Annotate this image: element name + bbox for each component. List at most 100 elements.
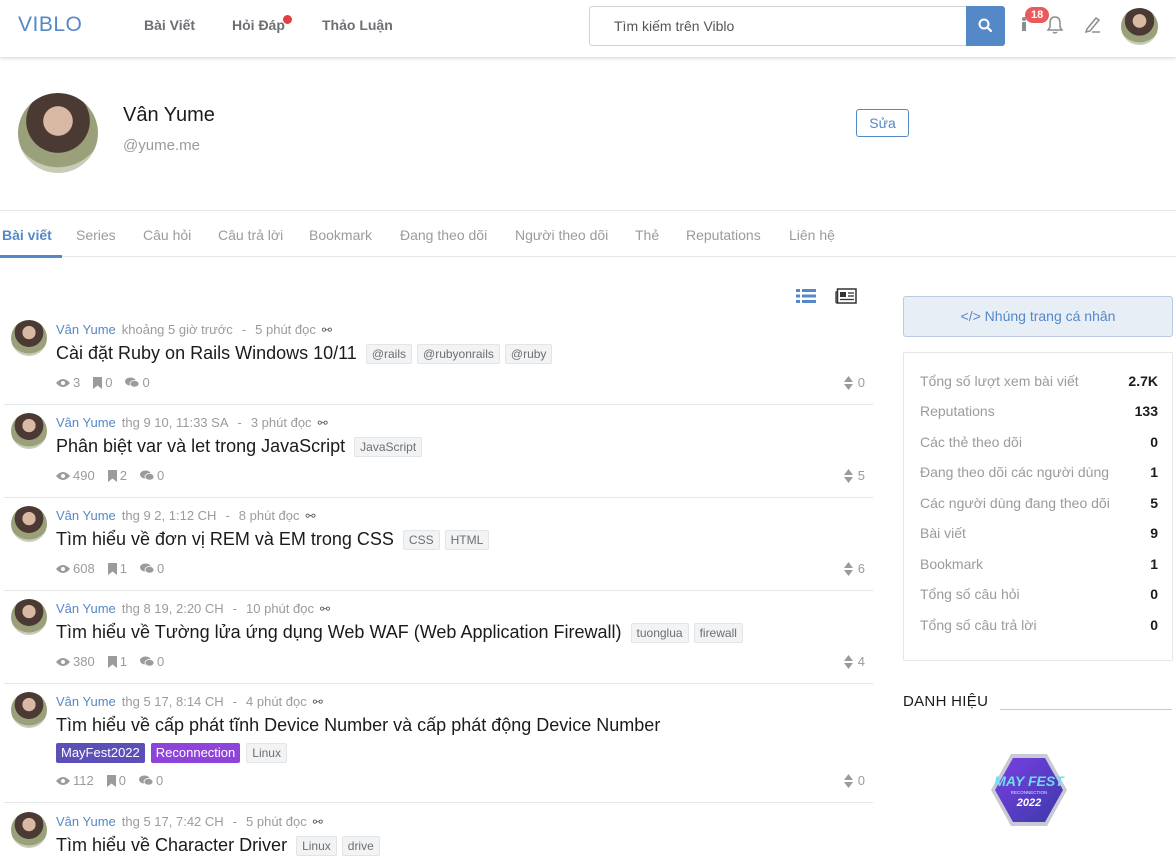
tab-following[interactable]: Đang theo dõi — [400, 227, 487, 243]
view-count: 608 — [73, 561, 95, 576]
tab-bookmark[interactable]: Bookmark — [309, 227, 372, 243]
nav-questions[interactable]: Hỏi Đáp — [232, 17, 285, 33]
bookmark-icon — [107, 469, 117, 482]
viblo-logo[interactable]: VIBLO — [18, 13, 82, 37]
mayfest-badge[interactable]: MAY FEST RECONNECTION 2022 — [989, 752, 1069, 828]
stat-row: Reputations 133 — [920, 403, 1158, 419]
author-avatar[interactable] — [11, 506, 47, 542]
vote-icon — [843, 468, 853, 483]
post-title[interactable]: Phân biệt var và let trong JavaScript — [56, 436, 345, 457]
eye-icon — [56, 776, 70, 785]
stat-label: Tổng số lượt xem bài viết — [920, 373, 1079, 389]
vote-icon — [843, 561, 853, 576]
search-button[interactable] — [966, 6, 1005, 46]
tag[interactable]: JavaScript — [354, 436, 423, 457]
post-title[interactable]: Tìm hiểu về Character Driver — [56, 835, 287, 856]
link-icon[interactable]: ⚯ — [322, 323, 332, 337]
tag[interactable]: Linux — [246, 743, 287, 763]
comments-icon — [139, 563, 154, 574]
author-avatar[interactable] — [11, 320, 47, 356]
eye-icon — [56, 564, 70, 573]
tag[interactable]: HTML — [444, 529, 490, 550]
reading-time: 10 phút đọc — [246, 601, 314, 616]
embed-profile-button[interactable]: </> Nhúng trang cá nhân — [903, 296, 1173, 337]
stat-value: 0 — [1150, 617, 1158, 633]
search-input[interactable]: Tìm kiếm trên Viblo — [589, 6, 967, 46]
comment-count: 0 — [142, 375, 150, 390]
tab-followers[interactable]: Người theo dõi — [515, 227, 608, 243]
link-icon[interactable]: ⚯ — [313, 815, 323, 829]
bookmark-count: 2 — [119, 468, 127, 483]
post-title[interactable]: Cài đặt Ruby on Rails Windows 10/11 — [56, 343, 357, 364]
link-icon[interactable]: ⚯ — [306, 509, 316, 523]
tag[interactable]: @rubyonrails — [417, 343, 500, 364]
tab-posts[interactable]: Bài viết — [2, 227, 52, 243]
bookmark-icon — [107, 655, 117, 668]
author-link[interactable]: Vân Yume — [56, 814, 116, 829]
post-item: Vân Yume thg 5 17, 7:42 CH -5 phút đọc ⚯ Tì… — [4, 804, 873, 861]
post-title[interactable]: Tìm hiểu về đơn vị REM và EM trong CSS — [56, 529, 394, 550]
list-view-icon[interactable] — [796, 288, 816, 304]
link-icon[interactable]: ⚯ — [318, 416, 328, 430]
view-count: 112 — [73, 773, 94, 788]
stat-row: Tổng số câu hỏi 0 — [920, 586, 1158, 602]
vote-icon — [843, 654, 853, 669]
tag[interactable]: tuonglua — [630, 622, 689, 643]
stat-label: Bài viết — [920, 525, 966, 541]
author-link[interactable]: Vân Yume — [56, 694, 116, 709]
nav-discussions[interactable]: Thảo Luận — [322, 17, 393, 33]
eye-icon — [56, 378, 70, 387]
author-link[interactable]: Vân Yume — [56, 415, 116, 430]
author-link[interactable]: Vân Yume — [56, 508, 116, 523]
eye-icon — [56, 657, 70, 666]
post-time: thg 9 10, 11:33 SA — [121, 415, 229, 430]
tag[interactable]: drive — [341, 835, 380, 856]
tag-reconnection[interactable]: Reconnection — [150, 743, 241, 763]
author-link[interactable]: Vân Yume — [56, 601, 116, 616]
stat-label: Các thẻ theo dõi — [920, 434, 1022, 450]
tag[interactable]: Linux — [296, 835, 337, 856]
top-navbar: VIBLO Bài Viết Hỏi Đáp Thảo Luận Tìm kiế… — [0, 0, 1176, 57]
post-time: thg 9 2, 1:12 CH — [121, 508, 217, 523]
tab-contact[interactable]: Liên hệ — [789, 227, 835, 243]
profile-name: Vân Yume — [123, 104, 215, 126]
tag[interactable]: firewall — [693, 622, 743, 643]
author-avatar[interactable] — [11, 599, 47, 635]
newspaper-view-icon[interactable] — [835, 288, 857, 304]
tab-tags[interactable]: Thẻ — [635, 227, 659, 243]
link-icon[interactable]: ⚯ — [313, 695, 323, 709]
new-dot — [283, 15, 292, 24]
author-avatar[interactable] — [11, 692, 47, 728]
post-title[interactable]: Tìm hiểu về cấp phát tĩnh Device Number … — [56, 715, 660, 736]
tab-answers[interactable]: Câu trả lời — [218, 227, 283, 243]
author-avatar[interactable] — [11, 812, 47, 848]
stat-label: Tổng số câu trả lời — [920, 617, 1037, 633]
active-tab-indicator — [0, 255, 62, 258]
stat-value: 0 — [1150, 586, 1158, 602]
tab-questions[interactable]: Câu hỏi — [143, 227, 191, 243]
tag[interactable]: @ruby — [504, 343, 553, 364]
nav-posts[interactable]: Bài Viết — [144, 17, 195, 33]
badge-subtitle: RECONNECTION — [1011, 790, 1048, 795]
stat-label: Reputations — [920, 403, 995, 419]
author-avatar[interactable] — [11, 413, 47, 449]
tag[interactable]: CSS — [402, 529, 440, 550]
user-avatar[interactable] — [1121, 8, 1158, 45]
post-title[interactable]: Tìm hiểu về Tường lửa ứng dụng Web WAF (… — [56, 622, 622, 643]
post-time: khoảng 5 giờ trước — [121, 322, 233, 337]
write-icon[interactable] — [1083, 14, 1103, 34]
stat-row: Bookmark 1 — [920, 556, 1158, 572]
tab-reputations[interactable]: Reputations — [686, 227, 761, 243]
badge-title: MAY FEST — [994, 773, 1065, 789]
badge-year: 2022 — [1016, 797, 1041, 809]
stat-value: 1 — [1150, 464, 1158, 480]
edit-profile-button[interactable]: Sửa — [856, 109, 909, 137]
post-time: thg 8 19, 2:20 CH — [121, 601, 224, 616]
tag[interactable]: @rails — [365, 343, 413, 364]
bell-icon[interactable] — [1046, 15, 1064, 35]
link-icon[interactable]: ⚯ — [320, 602, 330, 616]
tab-series[interactable]: Series — [76, 227, 116, 243]
tag-mayfest[interactable]: MayFest2022 — [56, 743, 145, 763]
stat-label: Đang theo dõi các người dùng — [920, 464, 1110, 480]
author-link[interactable]: Vân Yume — [56, 322, 116, 337]
